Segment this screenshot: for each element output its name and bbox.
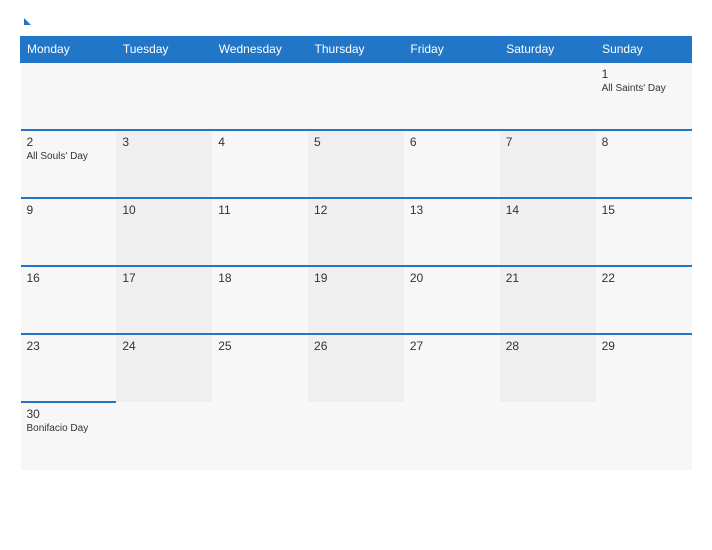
- day-number: 21: [506, 271, 590, 285]
- calendar-cell: [308, 62, 404, 130]
- calendar-cell: [212, 402, 308, 470]
- day-number: 24: [122, 339, 206, 353]
- day-number: 17: [122, 271, 206, 285]
- day-number: 29: [602, 339, 686, 353]
- calendar-cell: 17: [116, 266, 212, 334]
- holiday-name: Bonifacio Day: [27, 423, 111, 434]
- day-number: 10: [122, 203, 206, 217]
- calendar-header: [20, 18, 692, 26]
- calendar-cell: [308, 402, 404, 470]
- day-number: 27: [410, 339, 494, 353]
- week-row-3: 9 10 11 12 13 14 15: [21, 198, 692, 266]
- calendar-cell: 27: [404, 334, 500, 402]
- weekday-header-monday: Monday: [21, 37, 117, 63]
- week-row-5: 23 24 25 26 27 28 29: [21, 334, 692, 402]
- day-number: 15: [602, 203, 686, 217]
- day-number: 8: [602, 135, 686, 149]
- calendar-cell: [404, 402, 500, 470]
- holiday-name: All Souls' Day: [27, 151, 111, 162]
- day-number: 30: [27, 407, 111, 421]
- weekday-header-tuesday: Tuesday: [116, 37, 212, 63]
- day-number: 13: [410, 203, 494, 217]
- calendar-cell: 23: [21, 334, 117, 402]
- week-row-4: 16 17 18 19 20 21 22: [21, 266, 692, 334]
- calendar-cell: 25: [212, 334, 308, 402]
- weekday-header-saturday: Saturday: [500, 37, 596, 63]
- day-number: 26: [314, 339, 398, 353]
- calendar-cell: 29: [596, 334, 692, 402]
- logo-blue-row: [20, 18, 31, 26]
- day-number: 5: [314, 135, 398, 149]
- day-number: 18: [218, 271, 302, 285]
- calendar-container: MondayTuesdayWednesdayThursdayFridaySatu…: [0, 0, 712, 550]
- calendar-cell: 6: [404, 130, 500, 198]
- calendar-cell: 28: [500, 334, 596, 402]
- calendar-cell: 30 Bonifacio Day: [21, 402, 117, 470]
- weekday-header-thursday: Thursday: [308, 37, 404, 63]
- calendar-cell: 16: [21, 266, 117, 334]
- day-number: 22: [602, 271, 686, 285]
- calendar-cell: [500, 402, 596, 470]
- calendar-cell: 22: [596, 266, 692, 334]
- day-number: 28: [506, 339, 590, 353]
- day-number: 6: [410, 135, 494, 149]
- calendar-cell: 15: [596, 198, 692, 266]
- calendar-cell: 26: [308, 334, 404, 402]
- week-row-2: 2 All Souls' Day 345678: [21, 130, 692, 198]
- calendar-cell: 13: [404, 198, 500, 266]
- day-number: 12: [314, 203, 398, 217]
- calendar-cell: 4: [212, 130, 308, 198]
- holiday-name: All Saints' Day: [602, 83, 686, 94]
- calendar-cell: 20: [404, 266, 500, 334]
- calendar-cell: 11: [212, 198, 308, 266]
- calendar-cell: 14: [500, 198, 596, 266]
- calendar-cell: 5: [308, 130, 404, 198]
- weekday-header-row: MondayTuesdayWednesdayThursdayFridaySatu…: [21, 37, 692, 63]
- week-row-1: 1 All Saints' Day: [21, 62, 692, 130]
- day-number: 7: [506, 135, 590, 149]
- calendar-cell: [21, 62, 117, 130]
- day-number: 20: [410, 271, 494, 285]
- calendar-cell: [116, 62, 212, 130]
- logo-triangle-icon: [24, 18, 31, 25]
- week-row-6: 30 Bonifacio Day: [21, 402, 692, 470]
- calendar-cell: 12: [308, 198, 404, 266]
- calendar-cell: 1 All Saints' Day: [596, 62, 692, 130]
- calendar-cell: [500, 62, 596, 130]
- day-number: 23: [27, 339, 111, 353]
- calendar-cell: [404, 62, 500, 130]
- calendar-table: MondayTuesdayWednesdayThursdayFridaySatu…: [20, 36, 692, 470]
- calendar-cell: 9: [21, 198, 117, 266]
- calendar-cell: [212, 62, 308, 130]
- day-number: 4: [218, 135, 302, 149]
- day-number: 16: [27, 271, 111, 285]
- calendar-cell: [116, 402, 212, 470]
- calendar-cell: 2 All Souls' Day: [21, 130, 117, 198]
- day-number: 25: [218, 339, 302, 353]
- calendar-cell: [596, 402, 692, 470]
- calendar-cell: 24: [116, 334, 212, 402]
- logo: [20, 18, 31, 26]
- calendar-cell: 21: [500, 266, 596, 334]
- day-number: 19: [314, 271, 398, 285]
- calendar-cell: 7: [500, 130, 596, 198]
- day-number: 11: [218, 203, 302, 217]
- day-number: 9: [27, 203, 111, 217]
- weekday-header-friday: Friday: [404, 37, 500, 63]
- day-number: 2: [27, 135, 111, 149]
- calendar-cell: 19: [308, 266, 404, 334]
- calendar-cell: 8: [596, 130, 692, 198]
- day-number: 3: [122, 135, 206, 149]
- weekday-header-sunday: Sunday: [596, 37, 692, 63]
- day-number: 14: [506, 203, 590, 217]
- day-number: 1: [602, 67, 686, 81]
- calendar-cell: 3: [116, 130, 212, 198]
- calendar-cell: 10: [116, 198, 212, 266]
- weekday-header-wednesday: Wednesday: [212, 37, 308, 63]
- calendar-cell: 18: [212, 266, 308, 334]
